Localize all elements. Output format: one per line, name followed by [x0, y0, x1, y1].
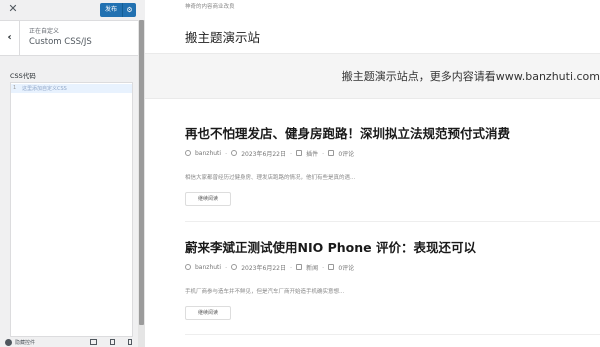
- css-label: CSS代码: [10, 72, 36, 80]
- hide-controls-icon: [5, 339, 12, 346]
- post-divider: [185, 334, 600, 335]
- meta-separator: -: [225, 149, 228, 157]
- publish-button[interactable]: 发布 ⚙: [100, 3, 136, 17]
- author-icon: [185, 150, 191, 156]
- post-meta: banzhuti - 2023年6月22日 - 新闻 - 0评论: [185, 262, 354, 272]
- section-title: Custom CSS/JS: [29, 37, 92, 47]
- post-excerpt: 手机厂商参与造车并不鲜见，但是汽车厂商开始造手机确实意想...: [185, 289, 345, 295]
- publish-label: 发布: [104, 6, 117, 13]
- post-excerpt: 相信大家都曾经历过健身房、理发店跑路的情况，他们有些是真的遇...: [185, 175, 356, 181]
- author-icon: [185, 264, 191, 270]
- hide-controls-label: 隐藏控件: [15, 340, 36, 346]
- post-category[interactable]: 插件: [306, 149, 318, 158]
- mobile-preview-icon[interactable]: [128, 339, 132, 345]
- read-more-button[interactable]: 继续阅读: [185, 306, 231, 320]
- meta-separator: -: [322, 149, 325, 157]
- post-author[interactable]: banzhuti: [195, 150, 221, 157]
- folder-icon: [296, 150, 303, 156]
- post-divider: [185, 221, 600, 222]
- editor-placeholder: 这里添加自定义CSS: [22, 86, 67, 92]
- banner-text: 搬主题演示站点，更多内容请看www.banzhuti.com: [341, 70, 600, 83]
- css-editor[interactable]: 1 这里添加自定义CSS: [10, 82, 133, 337]
- customizer-footer: 隐藏控件: [0, 338, 145, 347]
- folder-icon: [296, 264, 303, 270]
- meta-separator: -: [289, 149, 293, 157]
- clock-icon: [231, 264, 238, 270]
- banner: 搬主题演示站点，更多内容请看www.banzhuti.com: [145, 53, 600, 99]
- back-icon[interactable]: ‹: [0, 21, 20, 55]
- meta-separator: -: [225, 263, 228, 271]
- post-date[interactable]: 2023年6月22日: [241, 263, 286, 272]
- read-more-button[interactable]: 继续阅读: [185, 192, 231, 206]
- customizer-panel: ✕ 发布 ⚙ ‹ 正在自定义 Custom CSS/JS CSS代码 1 这里添…: [0, 0, 145, 347]
- hide-controls-button[interactable]: 隐藏控件: [5, 339, 35, 346]
- close-icon[interactable]: ✕: [6, 2, 20, 16]
- line-number: 1: [13, 85, 17, 91]
- comment-icon: [328, 264, 335, 270]
- post-comments[interactable]: 0评论: [338, 263, 354, 272]
- tablet-preview-icon[interactable]: [110, 339, 115, 345]
- post-title[interactable]: 再也不怕理发店、健身房跑路！深圳拟立法规范预付式消费: [185, 123, 510, 142]
- breadcrumb: 正在自定义: [29, 28, 60, 35]
- post-author[interactable]: banzhuti: [195, 264, 221, 271]
- post-meta: banzhuti - 2023年6月22日 - 插件 - 0评论: [185, 148, 354, 158]
- gear-icon[interactable]: ⚙: [122, 3, 136, 17]
- meta-separator: -: [322, 263, 325, 271]
- post-category[interactable]: 新闻: [306, 263, 318, 272]
- meta-separator: -: [289, 263, 293, 271]
- site-preview: 神奇的内容商业改良 搬主题演示站 搬主题演示站点，更多内容请看www.banzh…: [145, 0, 600, 347]
- site-tagline: 神奇的内容商业改良: [185, 4, 235, 10]
- post-title[interactable]: 蔚来李斌正测试使用NIO Phone 评价：表现还可以: [185, 237, 476, 256]
- customizer-header: ✕ 发布 ⚙: [0, 0, 145, 20]
- post-comments[interactable]: 0评论: [338, 149, 354, 158]
- comment-icon: [328, 150, 335, 156]
- desktop-preview-icon[interactable]: [90, 339, 97, 345]
- panel-scrollbar-thumb[interactable]: [139, 20, 144, 325]
- post-date[interactable]: 2023年6月22日: [241, 149, 286, 158]
- clock-icon: [231, 150, 238, 156]
- section-header: ‹ 正在自定义 Custom CSS/JS: [0, 20, 140, 56]
- site-title[interactable]: 搬主题演示站: [185, 27, 260, 46]
